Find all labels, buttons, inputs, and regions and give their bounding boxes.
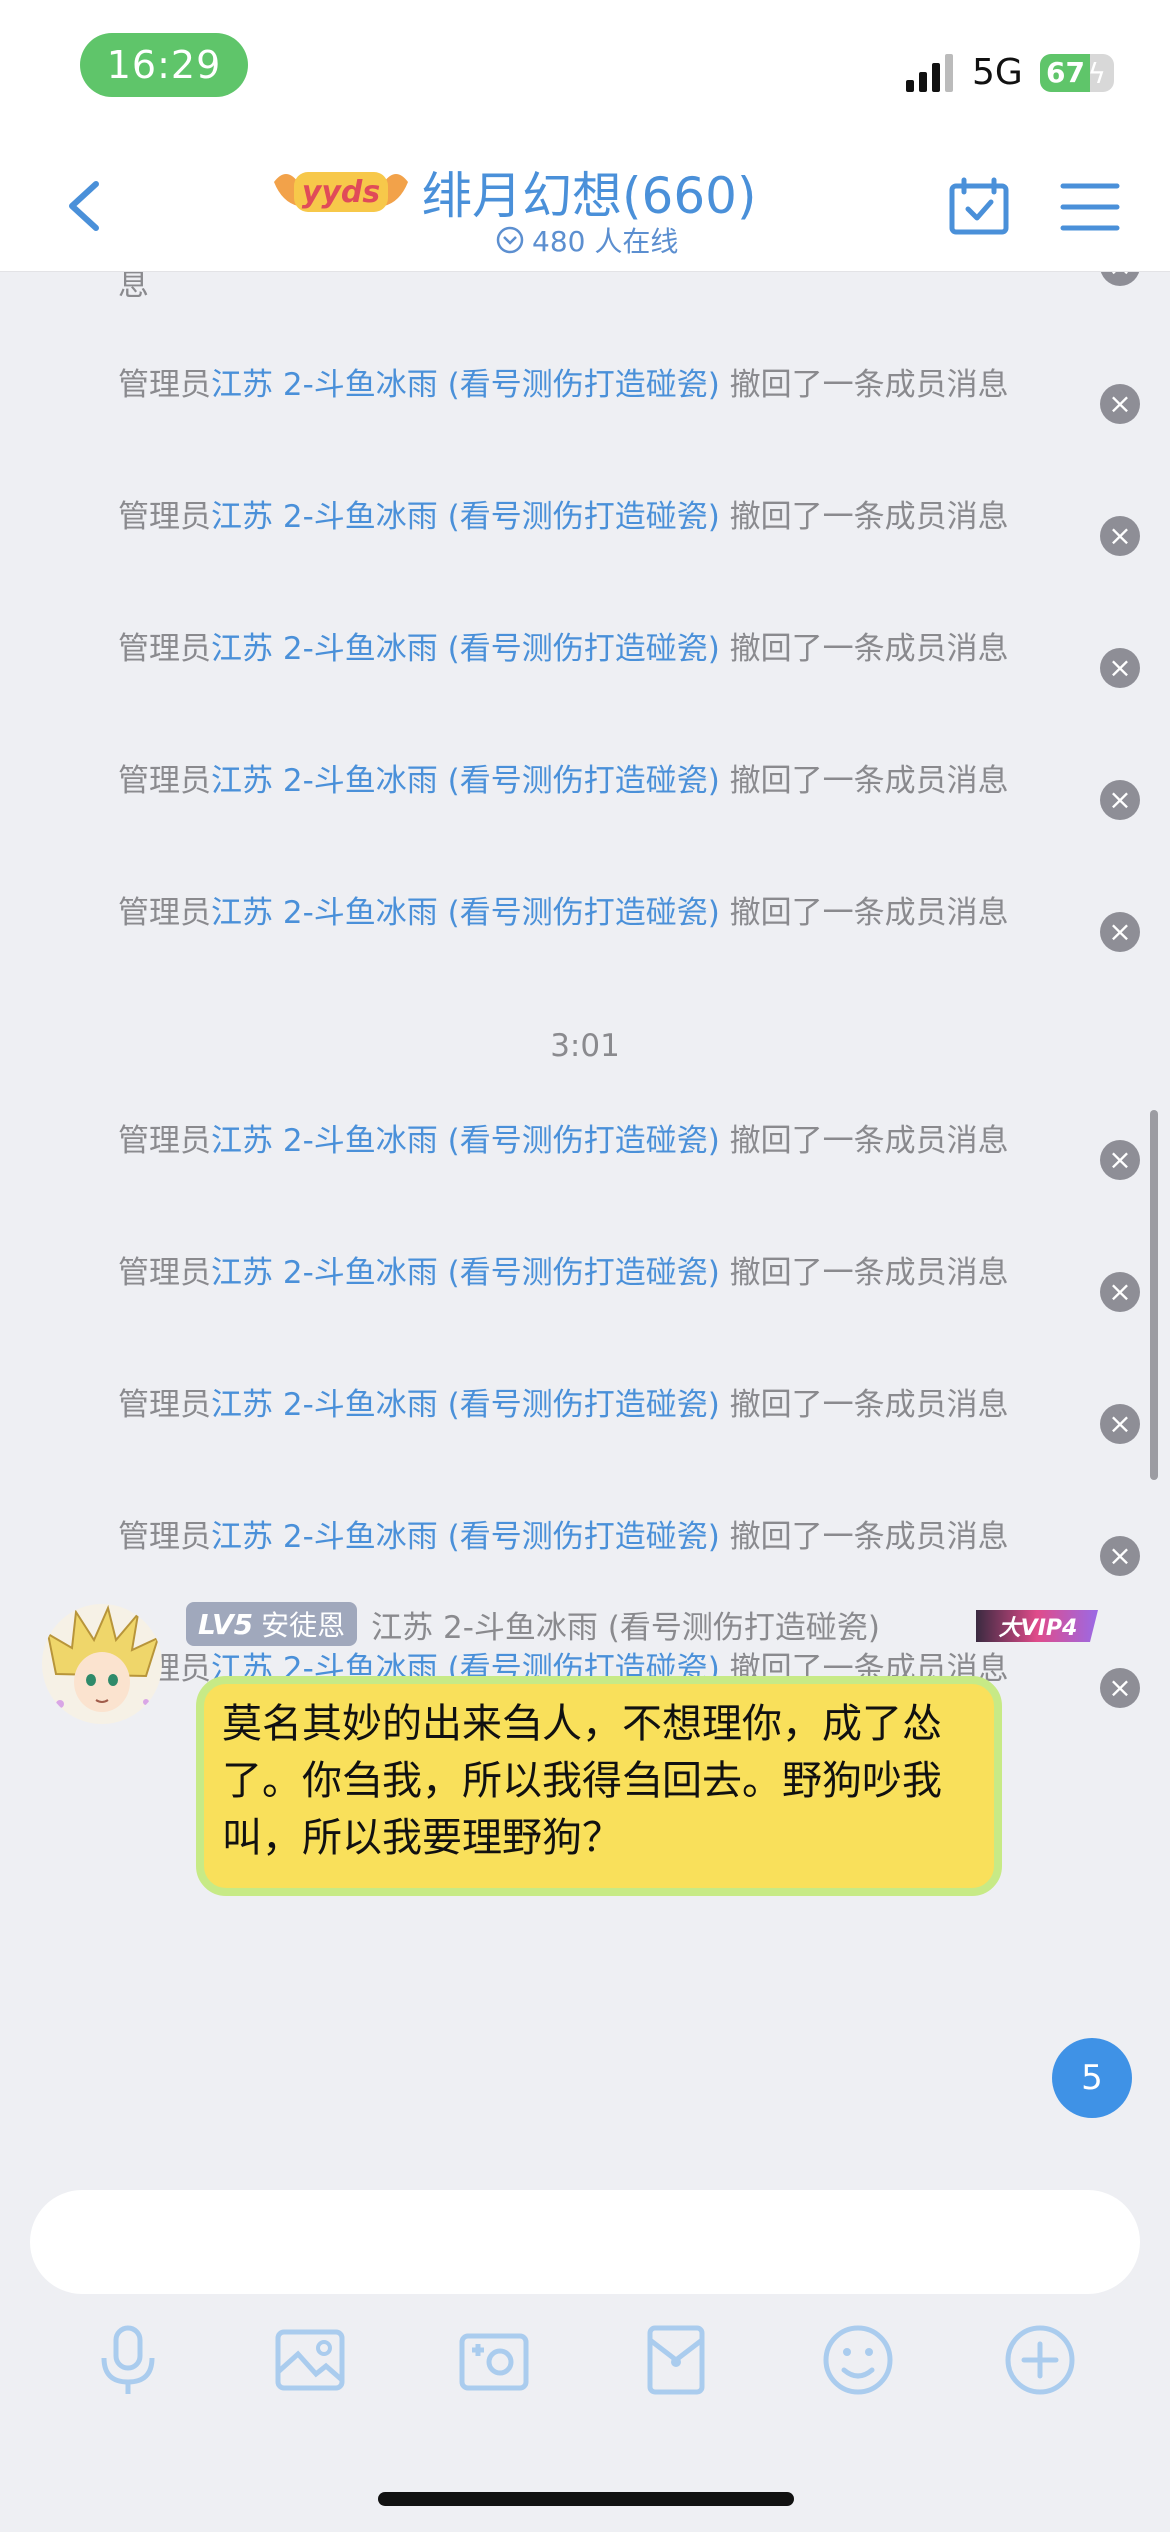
unread-count-badge[interactable]: 5 [1052,2038,1132,2118]
plus-icon[interactable] [1002,2322,1078,2398]
chat-header: yyds 绯月幻想(660) 480 人在线 [0,140,1170,272]
signal-icon [906,54,953,92]
level-text: LV5 [198,1607,254,1641]
member-title: 安徒恩 [261,1609,346,1642]
message-input[interactable] [30,2190,1140,2294]
battery-icon: 67 ϟ [1040,54,1114,92]
chevron-circle-icon [496,226,524,254]
sender-name[interactable]: 江苏 2-斗鱼冰雨 (看号测伤打造碰瓷) [371,1602,901,1647]
input-bar [0,2162,1170,2532]
battery-level: 67 [1046,56,1085,89]
status-bar: 16:29 5G 67 ϟ [0,0,1170,140]
message-meta: LV5 安徒恩 江苏 2-斗鱼冰雨 (看号测伤打造碰瓷) [186,1600,1106,1648]
group-title[interactable]: 绯月幻想(660) [422,156,756,228]
message-bubble[interactable]: 莫名其妙的出来刍人，不想理你，成了怂了。你刍我，所以我得刍回去。野狗吵我叫，所以… [196,1676,1002,1896]
red-packet-icon[interactable] [638,2322,714,2398]
home-indicator[interactable] [378,2492,794,2506]
image-icon[interactable] [272,2322,348,2398]
microphone-icon[interactable] [90,2322,166,2398]
online-text: 480 人在线 [532,225,679,258]
vip-badge: 大VIP4 [976,1610,1098,1642]
avatar[interactable] [42,1604,162,1724]
calendar-check-icon[interactable] [948,176,1010,238]
yyds-badge: yyds [274,172,408,212]
status-time: 16:29 [80,33,248,97]
vip-text: 大VIP4 [999,1616,1078,1641]
message-item: LV5 安徒恩 江苏 2-斗鱼冰雨 (看号测伤打造碰瓷) 大VIP4 莫名其妙的… [0,272,1170,2162]
back-icon[interactable] [56,176,116,236]
menu-icon[interactable] [1060,180,1120,234]
network-type: 5G [972,52,1023,93]
online-count[interactable]: 480 人在线 [496,220,678,260]
level-badge: LV5 安徒恩 [186,1602,358,1646]
charging-icon: ϟ [1087,57,1106,90]
yyds-text: yyds [302,175,380,210]
camera-icon[interactable] [456,2322,532,2398]
emoji-icon[interactable] [820,2322,896,2398]
